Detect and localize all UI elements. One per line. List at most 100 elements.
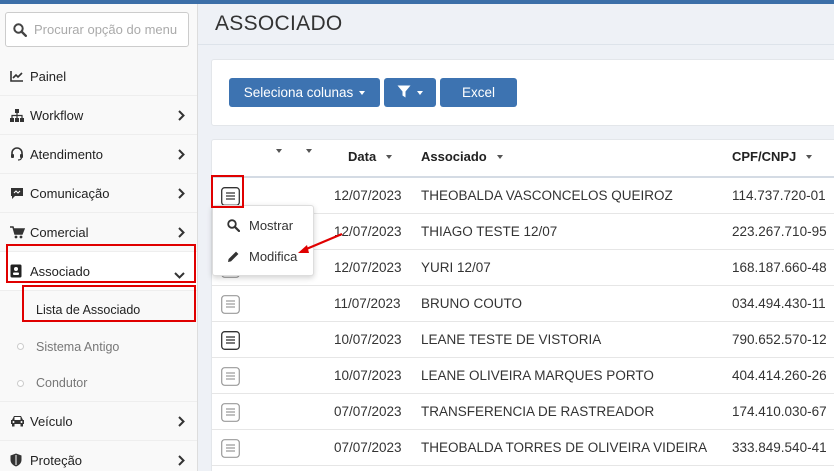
highlight-box-lista (22, 285, 196, 322)
filter-button[interactable] (384, 78, 436, 107)
table-row[interactable]: 07/07/2023 THEOBALDA TORRES DE OLIVEIRA V… (212, 430, 834, 466)
cell-associado: TRANSFERENCIA DE RASTREADOR (421, 404, 655, 419)
submenu-sistema-antigo[interactable]: Sistema Antigo (0, 328, 197, 365)
table-row[interactable]: 11/07/2023 BRUNO COUTO 034.494.430-11 (212, 286, 834, 322)
cart-icon (10, 225, 30, 239)
cell-date: 10/07/2023 (334, 332, 402, 347)
sidebar-item-label: Painel (30, 68, 67, 84)
cell-date: 10/07/2023 (334, 368, 402, 383)
header-label: Data (348, 149, 377, 164)
highlight-box-associado (6, 244, 196, 283)
pencil-icon (227, 250, 249, 263)
annotation-arrow-icon (298, 232, 343, 253)
shield-icon (10, 453, 30, 467)
cell-associado: THEOBALDA TORRES DE OLIVEIRA VIDEIRA (421, 440, 708, 455)
sidebar-item-label: Atendimento (30, 146, 103, 162)
page-title: ASSOCIADO (215, 12, 343, 35)
cell-associado: YURI 12/07 (421, 260, 491, 275)
search-icon (6, 22, 34, 37)
row-menu-icon[interactable] (221, 367, 240, 389)
cell-associado: LEANE OLIVEIRA MARQUES PORTO (421, 368, 654, 383)
row-menu-icon[interactable] (221, 331, 240, 353)
cell-cpf: 790.652.570-12 (732, 332, 827, 347)
menu-item-label: Mostrar (249, 217, 294, 233)
sidebar-item-veiculo[interactable]: Veículo (0, 402, 197, 441)
sidebar-item-atendimento[interactable]: Atendimento (0, 135, 197, 174)
row-menu-icon[interactable] (221, 439, 240, 461)
cell-cpf: 114.737.720-01 (732, 188, 826, 203)
sidebar-item-label: Proteção (30, 452, 83, 468)
cell-date: 07/07/2023 (334, 440, 402, 455)
cell-cpf: 333.849.540-41 (732, 440, 827, 455)
chevron-right-icon (178, 454, 185, 469)
car-icon (10, 415, 30, 427)
associados-table: Data Associado CPF/CNPJ 12/07/2023 THEOBA… (211, 139, 834, 471)
button-label: Seleciona colunas (243, 85, 354, 100)
submenu-label: Sistema Antigo (36, 339, 120, 354)
caret-down-icon (806, 154, 813, 159)
caret-down-icon (386, 154, 393, 159)
cell-date: 12/07/2023 (334, 188, 402, 203)
sidebar-item-label: Comercial (30, 224, 89, 240)
sitemap-icon (10, 108, 30, 122)
menu-search[interactable] (5, 12, 189, 47)
chevron-right-icon (178, 415, 185, 430)
cell-cpf: 174.410.030-67 (732, 404, 827, 419)
table-row[interactable]: 07/07/2023 TRANSFERENCIA DE RASTREADOR 174… (212, 394, 834, 430)
header-divider (198, 44, 834, 45)
headset-icon (10, 147, 30, 161)
caret-down-icon (276, 149, 282, 153)
row-menu-icon[interactable] (221, 295, 240, 317)
sidebar-item-painel[interactable]: Painel (0, 57, 197, 96)
cell-cpf: 404.414.260-26 (732, 368, 827, 383)
cell-associado: LEANE TESTE DE VISTORIA (421, 332, 602, 347)
chevron-right-icon (178, 226, 185, 241)
cell-date: 11/07/2023 (334, 296, 401, 311)
table-row[interactable]: 10/07/2023 LEANE TESTE DE VISTORIA 790.652… (212, 322, 834, 358)
toolbar-panel: Seleciona colunas Excel (211, 59, 834, 126)
caret-down-icon (417, 90, 423, 95)
column-header-cpf[interactable]: CPF/CNPJ (732, 149, 813, 164)
bullet-dot-icon (17, 343, 24, 350)
column-header-data[interactable]: Data (348, 149, 393, 164)
caret-down-icon (306, 149, 312, 153)
caret-down-icon (359, 90, 366, 95)
chart-line-icon (10, 70, 30, 82)
highlight-box-row-menu (211, 175, 244, 208)
chevron-right-icon (178, 187, 185, 202)
cell-associado: BRUNO COUTO (421, 296, 523, 311)
sidebar-item-label: Workflow (30, 107, 84, 123)
chat-icon (10, 187, 30, 200)
sidebar-item-workflow[interactable]: Workflow (0, 96, 197, 135)
search-icon (227, 218, 249, 232)
sort-caret-col2[interactable] (296, 149, 312, 153)
select-columns-button[interactable]: Seleciona colunas (229, 78, 380, 107)
header-label: Associado (421, 149, 487, 164)
caret-down-icon (496, 154, 503, 159)
cell-associado: THIAGO TESTE 12/07 (421, 224, 558, 239)
submenu-label: Condutor (36, 376, 88, 390)
submenu-condutor[interactable]: Condutor (0, 365, 197, 402)
sidebar: Painel Workflow Atendimento Comunicação (0, 4, 198, 471)
sidebar-item-label: Comunicação (30, 185, 110, 201)
cell-associado: THEOBALDA VASCONCELOS QUEIROZ (421, 188, 673, 203)
chevron-right-icon (178, 148, 185, 163)
excel-button[interactable]: Excel (440, 78, 517, 107)
cell-cpf: 223.267.710-95 (732, 224, 827, 239)
search-input[interactable] (34, 22, 182, 37)
cell-date: 07/07/2023 (334, 404, 402, 419)
bullet-dot-icon (17, 379, 24, 387)
header-label: CPF/CNPJ (732, 149, 797, 164)
sort-caret-col1[interactable] (266, 149, 282, 153)
row-menu-icon[interactable] (221, 403, 240, 425)
filter-icon (397, 85, 411, 101)
cell-cpf: 034.494.430-11 (732, 296, 826, 311)
sidebar-item-comunicacao[interactable]: Comunicação (0, 174, 197, 213)
sidebar-item-label: Veículo (30, 413, 73, 429)
chevron-right-icon (178, 109, 185, 124)
sidebar-item-protecao[interactable]: Proteção (0, 441, 197, 471)
button-label: Excel (461, 85, 495, 100)
column-header-associado[interactable]: Associado (421, 149, 503, 164)
table-row[interactable]: 10/07/2023 LEANE OLIVEIRA MARQUES PORTO 40… (212, 358, 834, 394)
cell-date: 12/07/2023 (334, 260, 402, 275)
